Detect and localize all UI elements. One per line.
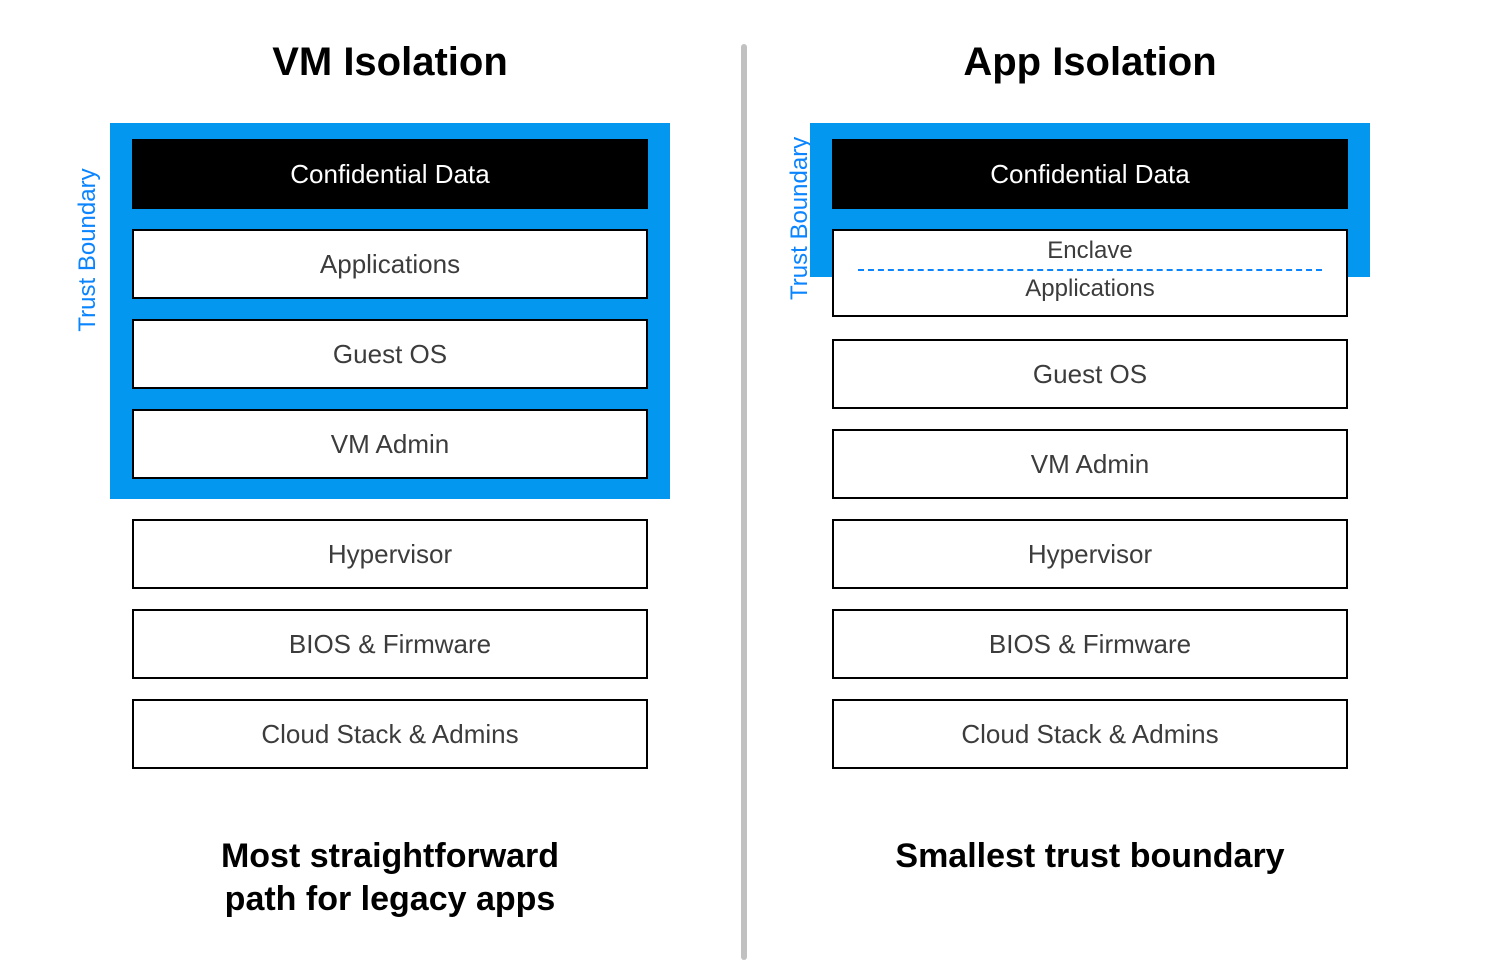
layer-hypervisor-left: Hypervisor [132,519,648,589]
layer-applications-left: Applications [132,229,648,299]
layer-confidential-data-left: Confidential Data [132,139,648,209]
layer-guest-os-left: Guest OS [132,319,648,389]
layer-bios-firmware-right: BIOS & Firmware [832,609,1348,679]
caption-right-line1: Smallest trust boundary [895,837,1284,875]
layer-applications-right: Enclave Applications [832,229,1348,317]
trust-boundary-label-left: Trust Boundary [74,120,102,380]
layer-applications-text-right: Applications [834,275,1346,303]
app-isolation-title: App Isolation [810,40,1370,85]
layer-enclave-right: Enclave [834,237,1346,265]
center-divider [741,44,747,960]
vm-isolation-caption: Most straightforward path for legacy app… [110,835,670,920]
layer-cloud-stack-right: Cloud Stack & Admins [832,699,1348,769]
layer-bios-firmware-left: BIOS & Firmware [132,609,648,679]
vm-isolation-title: VM Isolation [110,40,670,85]
app-isolation-column: App Isolation Confidential Data Enclave … [810,40,1370,878]
layer-confidential-data-right: Confidential Data [832,139,1348,209]
app-isolation-stack: Confidential Data Enclave Applications G… [810,123,1370,793]
caption-left-line1: Most straightforward [221,837,559,875]
diagram-root: Trust Boundary Trust Boundary VM Isolati… [0,0,1488,980]
caption-left-line2: path for legacy apps [225,880,556,918]
vm-isolation-column: VM Isolation Confidential Data Applicati… [110,40,670,920]
enclave-divider [858,269,1322,271]
layer-cloud-stack-left: Cloud Stack & Admins [132,699,648,769]
vm-isolation-stack: Confidential Data Applications Guest OS … [110,123,670,793]
layer-hypervisor-right: Hypervisor [832,519,1348,589]
layer-vm-admin-right: VM Admin [832,429,1348,499]
layer-guest-os-right: Guest OS [832,339,1348,409]
layer-vm-admin-left: VM Admin [132,409,648,479]
app-isolation-caption: Smallest trust boundary [810,835,1370,878]
